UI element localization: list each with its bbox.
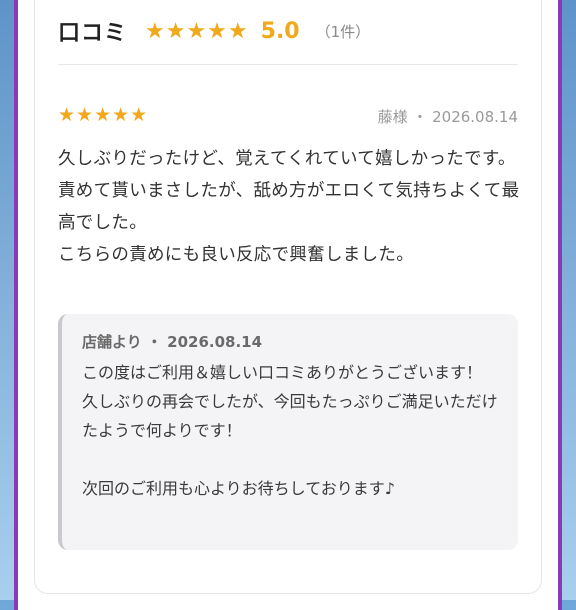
review-line: 久しぶりだったけど、覚えてくれていて嬉しかったです。 <box>58 149 516 169</box>
review-count: （1件） <box>315 22 371 41</box>
reply-line: 久しぶりの再会でしたが、今回もたっぷりご満足いただけたようで何よりです！ <box>82 392 498 440</box>
reply-line: 次回のご利用も心よりお待ちしております♪ <box>82 479 395 498</box>
review-meta: 藤様 ・ 2026.08.14 <box>377 108 518 126</box>
shop-reply: 店舗より ・ 2026.08.14 この度はご利用＆嬉しい口コミありがとうござい… <box>58 314 518 550</box>
reply-meta: 店舗より ・ 2026.08.14 <box>82 333 263 351</box>
review-line: 責めて貰いまさしたが、舐め方がエロくて気持ちよくて最高でした。 <box>58 181 520 233</box>
reviews-header: 口コミ ★★★★★ 5.0 （1件） <box>58 14 370 48</box>
divider <box>58 64 518 65</box>
average-rating: 5.0 <box>260 18 300 44</box>
reply-text: この度はご利用＆嬉しい口コミありがとうございます！ 久しぶりの再会でしたが、今回… <box>82 358 502 503</box>
review-line: こちらの責めにも良い反応で興奮しました。 <box>58 245 414 265</box>
rating-stars-icon: ★★★★★ <box>145 18 249 44</box>
reply-line <box>82 445 502 474</box>
review-stars-icon: ★★★★★ <box>58 104 149 126</box>
reply-line: この度はご利用＆嬉しい口コミありがとうございます！ <box>82 363 483 382</box>
review-text: 久しぶりだったけど、覚えてくれていて嬉しかったです。 責めて貰いまさしたが、舐め… <box>58 143 520 271</box>
page-title: 口コミ <box>58 21 128 46</box>
